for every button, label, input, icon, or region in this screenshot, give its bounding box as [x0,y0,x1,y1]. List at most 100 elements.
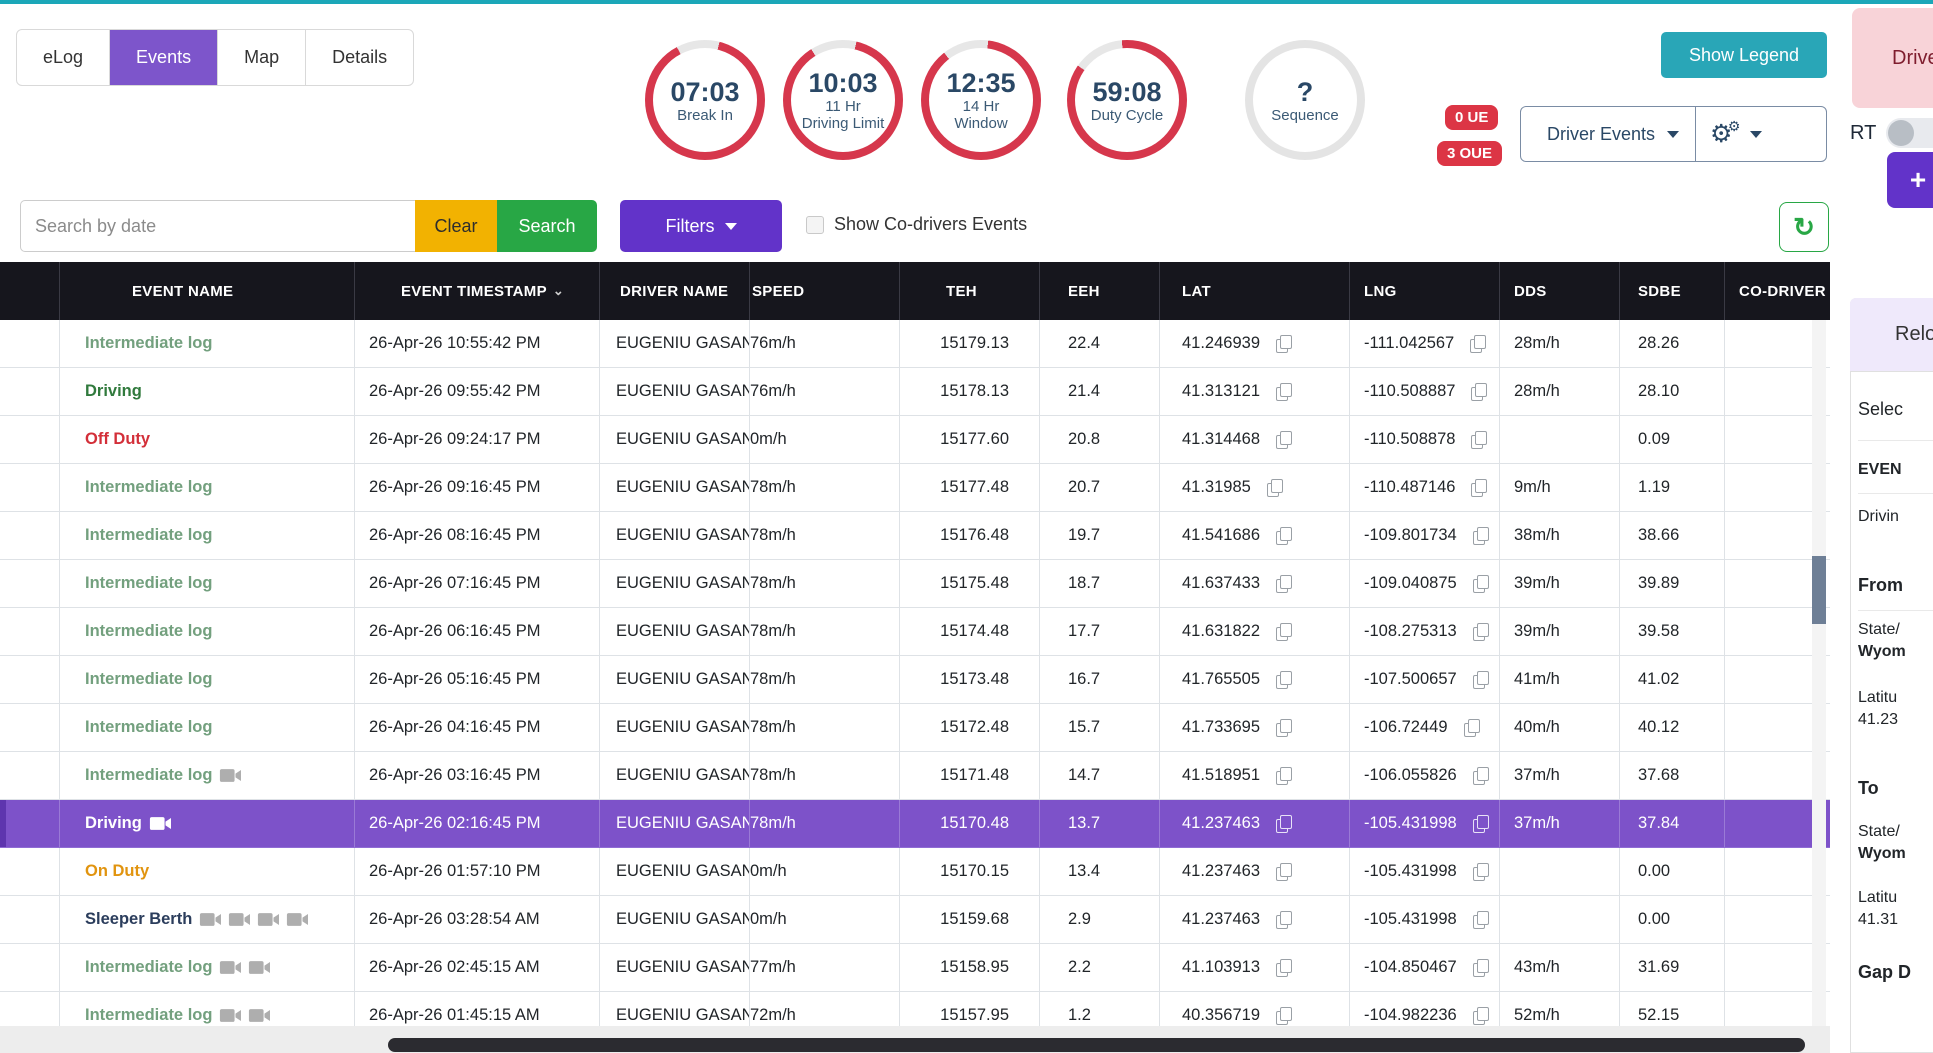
copy-icon[interactable] [1471,431,1488,449]
lng-cell: -110.508878 [1350,416,1500,463]
copy-icon[interactable] [1276,911,1292,929]
row-indicator-cell [0,848,60,895]
teh-cell-value: 15170.15 [940,862,1009,880]
sdbe-cell-value: 41.02 [1638,670,1680,688]
copy-icon[interactable] [1276,335,1292,353]
copy-icon[interactable] [1276,767,1292,785]
table-row[interactable]: Intermediate log 26-Apr-26 02:45:15 AM EUG… [0,944,1830,992]
divider [1858,440,1933,441]
copy-icon[interactable] [1472,911,1489,929]
column-header-sdbe[interactable]: SDBE [1620,262,1725,320]
table-row[interactable]: Intermediate log 26-Apr-26 05:16:45 PM EUG… [0,656,1830,704]
timestamp-cell-value: 26-Apr-26 05:16:45 PM [369,670,541,688]
lng-cell-value: -110.508887 [1364,382,1456,400]
search-button[interactable]: Search [497,200,597,252]
copy-icon[interactable] [1276,863,1292,881]
table-row[interactable]: Intermediate log 26-Apr-26 03:16:45 PM EUG… [0,752,1830,800]
copy-icon[interactable] [1276,527,1292,545]
copy-icon[interactable] [1472,575,1489,593]
copy-icon[interactable] [1472,959,1489,977]
copy-icon[interactable] [1276,719,1292,737]
driver-name-cell-value: EUGENIU GASAN [616,670,750,688]
copy-icon[interactable] [1472,623,1489,641]
sdbe-cell-value: 0.09 [1638,430,1671,448]
table-row[interactable]: Intermediate log 26-Apr-26 06:16:45 PM EUG… [0,608,1830,656]
sdbe-cell: 28.10 [1620,368,1725,415]
speed-cell-value: 77m/h [750,958,796,976]
copy-icon[interactable] [1276,575,1292,593]
table-row[interactable]: Driving 26-Apr-26 09:55:42 PM EUGENIU GASA… [0,368,1830,416]
teh-cell: 15178.13 [900,368,1040,415]
vertical-scrollbar-thumb[interactable] [1812,556,1826,624]
copy-icon[interactable] [1472,767,1489,785]
show-legend-button[interactable]: Show Legend [1661,32,1827,78]
sdbe-cell: 39.89 [1620,560,1725,607]
teh-cell-value: 15178.13 [940,382,1009,400]
table-row[interactable]: Driving 26-Apr-26 02:16:45 PM EUGENIU GASA… [0,800,1830,848]
table-row[interactable]: Intermediate log 26-Apr-26 09:16:45 PM EUG… [0,464,1830,512]
column-header-lat[interactable]: LAT [1160,262,1350,320]
copy-icon[interactable] [1470,335,1487,353]
copy-icon[interactable] [1276,1007,1292,1025]
copy-icon[interactable] [1472,527,1489,545]
column-header-speed[interactable]: SPEED [750,262,900,320]
table-row[interactable]: Sleeper Berth 26-Apr-26 03:28:54 AM EUGENI… [0,896,1830,944]
driver-alert-box[interactable]: Drive [1852,8,1933,108]
copy-icon[interactable] [1276,671,1292,689]
refresh-button[interactable]: ↻ [1779,202,1829,252]
copy-icon[interactable] [1266,479,1283,497]
column-header-dds[interactable]: DDS [1500,262,1620,320]
sort-caret-icon: ⌄ [552,283,565,298]
table-row[interactable]: On Duty 26-Apr-26 01:57:10 PM EUGENIU GASA… [0,848,1830,896]
settings-menu-button[interactable]: ⚙ ⚙ [1696,118,1740,147]
column-header-teh[interactable]: TEH [900,262,1040,320]
copy-icon[interactable] [1276,815,1292,833]
copy-icon[interactable] [1276,959,1292,977]
camera-icon [229,913,251,926]
column-header-ts[interactable]: EVENT TIMESTAMP ⌄ [355,262,600,320]
table-row[interactable]: Intermediate log 26-Apr-26 04:16:45 PM EUG… [0,704,1830,752]
event-detail-card-body: Selec EVEN Drivin From State/Wyom Latitu 41.23… [1850,372,1933,983]
copy-icon[interactable] [1472,1007,1489,1025]
gear-small-icon: ⚙ [1727,117,1741,134]
vertical-scrollbar-track[interactable] [1812,320,1826,1026]
copy-icon[interactable] [1276,431,1292,449]
table-row[interactable]: Intermediate log 26-Apr-26 10:55:42 PM EUG… [0,320,1830,368]
column-header-name[interactable]: EVENT NAME [60,262,355,320]
driver-events-dropdown[interactable]: Driver Events [1521,124,1655,145]
column-header-eeh[interactable]: EEH [1040,262,1160,320]
copy-icon[interactable] [1471,479,1488,497]
copy-icon[interactable] [1472,671,1489,689]
copy-icon[interactable] [1472,863,1489,881]
speed-cell-value: 78m/h [750,766,796,784]
copy-icon[interactable] [1472,815,1489,833]
column-header-driver[interactable]: DRIVER NAME [600,262,750,320]
tab-events[interactable]: Events [110,30,219,85]
eeh-cell-value: 18.7 [1068,574,1101,592]
table-row[interactable]: Intermediate log 26-Apr-26 08:16:45 PM EUG… [0,512,1830,560]
column-header-lng[interactable]: LNG [1350,262,1500,320]
column-header-codrv[interactable]: CO-DRIVER [1725,262,1830,320]
detail-line: 41.23 [1858,711,1899,728]
copy-icon[interactable] [1463,719,1480,737]
add-event-button[interactable]: + [1887,152,1933,208]
tab-map[interactable]: Map [218,30,307,85]
gauge-duty-cycle: 59:08 Duty Cycle [1067,40,1187,160]
eeh-cell: 2.2 [1040,944,1160,991]
tab-elog[interactable]: eLog [17,30,111,85]
toggle-knob-icon [1888,120,1915,146]
clear-button[interactable]: Clear [415,200,497,252]
dds-cell: 40m/h [1500,704,1620,751]
table-row[interactable]: Intermediate log 26-Apr-26 07:16:45 PM EUG… [0,560,1830,608]
filters-button[interactable]: Filters [620,200,782,252]
copy-icon[interactable] [1471,383,1488,401]
speed-cell: 77m/h [750,944,900,991]
codrivers-checkbox[interactable] [806,215,824,234]
table-row[interactable]: Off Duty 26-Apr-26 09:24:17 PM EUGENIU GAS… [0,416,1830,464]
tab-details[interactable]: Details [306,30,413,85]
copy-icon[interactable] [1276,623,1292,641]
search-input[interactable] [20,200,415,252]
copy-icon[interactable] [1276,383,1292,401]
rt-toggle[interactable] [1886,118,1933,148]
horizontal-scrollbar-thumb[interactable] [388,1038,1805,1052]
